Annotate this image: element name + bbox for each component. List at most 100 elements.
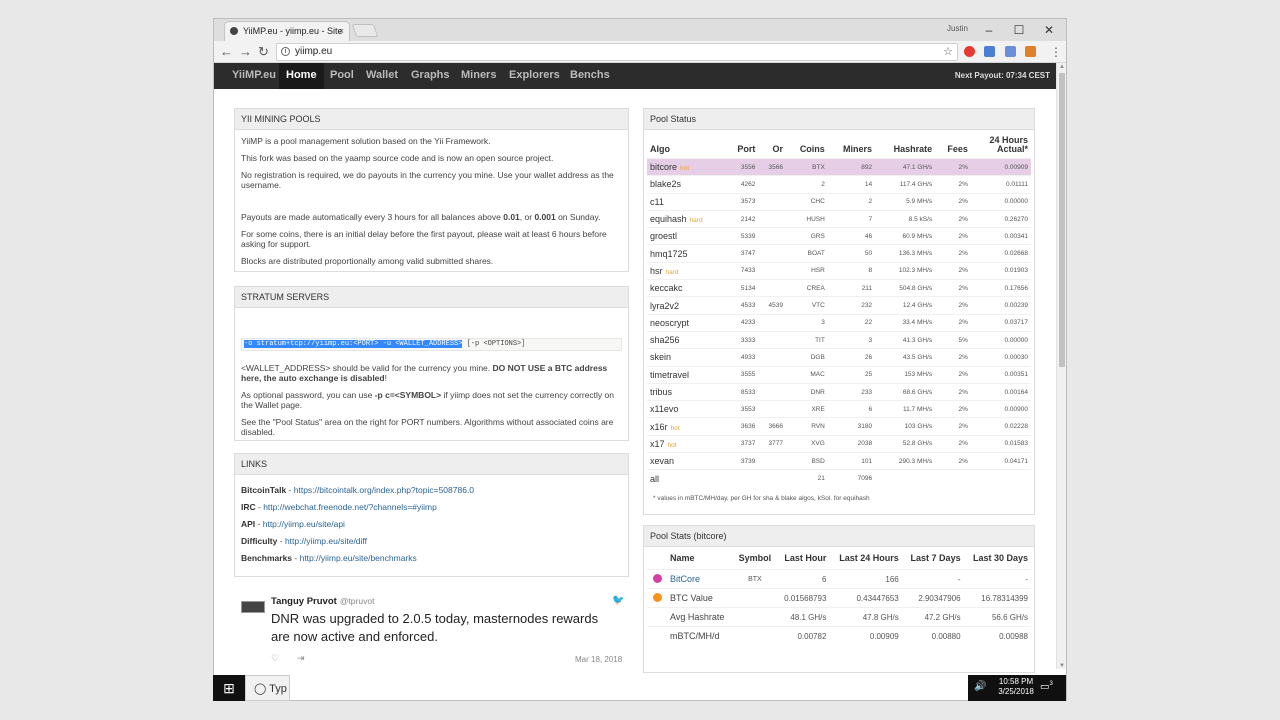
share-icon[interactable]: ⇥ [297, 653, 305, 664]
profile-name[interactable]: Justin [947, 24, 968, 33]
table-row[interactable]: hsr hard 7433 HSR 8 102.3 MH/s 2% 0.01903 [647, 261, 1031, 280]
algo-cell[interactable]: timetravel [647, 365, 726, 384]
algo-cell[interactable]: equihash hard [647, 209, 726, 228]
nav-miners[interactable]: Miners [461, 63, 496, 89]
bookmark-star-icon[interactable]: ☆ [943, 44, 953, 60]
scroll-up-icon[interactable]: ▲ [1059, 64, 1065, 70]
algo-cell[interactable]: groestl [647, 227, 726, 245]
algo-cell[interactable]: keccakc [647, 279, 726, 297]
name-cell[interactable]: BitCore [667, 569, 734, 589]
algo-cell[interactable]: bitcore hot [647, 157, 726, 176]
stratum-command[interactable]: -o stratum+tcp://yiimp.eu:<PORT> -u <WAL… [241, 338, 622, 351]
new-tab-button[interactable] [351, 24, 379, 37]
link-difficulty[interactable]: Difficulty - http://yiimp.eu/site/diff [241, 536, 622, 546]
col-symbol[interactable]: Symbol [734, 549, 777, 570]
algo-cell[interactable]: x17 hot [647, 434, 726, 453]
nav-graphs[interactable]: Graphs [411, 63, 450, 89]
table-row[interactable]: blake2s 4262 2 14 117.4 GH/s 2% 0.01111 [647, 175, 1031, 194]
col-algo[interactable]: Algo [647, 134, 726, 159]
action-center-icon[interactable]: ▭3 [1040, 681, 1053, 692]
table-row[interactable]: timetravel 3555 MAC 25 153 MH/s 2% 0.00351 [647, 365, 1031, 384]
table-row[interactable]: equihash hard 2142 HUSH 7 8.5 kS/s 2% 0.26270 [647, 209, 1031, 228]
col-fees[interactable]: Fees [935, 134, 971, 159]
algo-cell[interactable]: tribus [647, 382, 726, 401]
table-row[interactable]: xevan 3739 BSD 101 290.3 MH/s 2% 0.04171 [647, 452, 1031, 470]
col-name[interactable]: Name [667, 549, 734, 570]
like-heart-icon[interactable]: ♡ [271, 653, 279, 664]
algo-cell[interactable]: x11evo [647, 400, 726, 418]
windows-start-button[interactable]: ⊞ [213, 675, 245, 701]
table-row[interactable]: tribus 8533 DNR 233 68.6 GH/s 2% 0.00164 [647, 382, 1031, 401]
algo-cell[interactable]: skein [647, 348, 726, 367]
table-row[interactable]: sha256 3333 TIT 3 41.3 GH/s 5% 0.00000 [647, 330, 1031, 349]
table-row[interactable]: skein 4933 DGB 26 43.5 GH/s 2% 0.00030 [647, 348, 1031, 367]
brand-link[interactable]: YiiMP.eu [232, 63, 276, 89]
algo-cell[interactable]: hmq1725 [647, 244, 726, 263]
table-row[interactable]: x11evo 3553 XRE 6 11.7 MH/s 2% 0.00900 [647, 400, 1031, 418]
volume-icon[interactable]: 🔊 [974, 681, 986, 692]
translate-extension-icon[interactable] [984, 46, 995, 57]
nav-pool[interactable]: Pool [330, 63, 354, 89]
menu-icon[interactable]: ⋮ [1050, 43, 1062, 61]
col-port[interactable]: Port [726, 134, 758, 159]
minimize-icon[interactable]: – [974, 21, 1004, 39]
algo-cell[interactable]: blake2s [647, 175, 726, 194]
col-hashrate[interactable]: Hashrate [875, 134, 935, 159]
col-actual[interactable]: 24 Hours Actual* [971, 134, 1031, 159]
algo-cell[interactable]: x16r hot [647, 417, 726, 436]
link-benchmarks[interactable]: Benchmarks - http://yiimp.eu/site/benchm… [241, 553, 622, 563]
nav-wallet[interactable]: Wallet [366, 63, 398, 89]
table-row[interactable]: c11 3573 CHC 2 5.9 MH/s 2% 0.00000 [647, 192, 1031, 211]
table-row[interactable]: all 21 7096 [647, 469, 1031, 488]
reload-icon[interactable]: ↻ [258, 43, 269, 61]
col-or[interactable]: Or [758, 134, 786, 159]
tab-close-icon[interactable]: × [339, 22, 344, 40]
scrollbar-thumb[interactable] [1059, 73, 1065, 367]
algo-cell[interactable]: xevan [647, 452, 726, 470]
algo-cell[interactable]: all [647, 469, 726, 488]
link-irc[interactable]: IRC - http://webchat.freenode.net/?chann… [241, 502, 622, 512]
maximize-icon[interactable]: ☐ [1004, 21, 1034, 39]
scroll-down-icon[interactable]: ▼ [1059, 663, 1065, 669]
tweet-date[interactable]: Mar 18, 2018 [575, 655, 622, 664]
extension-icon[interactable] [1005, 46, 1016, 57]
col-miners[interactable]: Miners [828, 134, 875, 159]
link-bitcointalk[interactable]: BitcoinTalk - https://bitcointalk.org/in… [241, 485, 622, 495]
link-api[interactable]: API - http://yiimp.eu/site/api [241, 519, 622, 529]
algo-cell[interactable]: sha256 [647, 330, 726, 349]
table-row[interactable]: bitcore hot 3556 3566 BTX 892 47.1 GH/s 2% 0.009… [647, 157, 1031, 176]
stat-name[interactable]: BitCore [670, 574, 700, 584]
avatar[interactable] [241, 601, 265, 613]
opera-extension-icon[interactable] [964, 46, 975, 57]
close-window-icon[interactable]: ✕ [1034, 21, 1064, 39]
table-row[interactable]: keccakc 5134 CREA 211 504.8 GH/s 2% 0.17656 [647, 279, 1031, 297]
taskbar-search-box[interactable]: ◯ Typ [245, 675, 290, 701]
table-row[interactable]: x17 hot 3737 3777 XVG 2038 52.8 GH/s 2% 0.01583 [647, 434, 1031, 453]
tweet-author[interactable]: Tanguy Pruvot @tpruvot [271, 596, 374, 607]
col-last-24h[interactable]: Last 24 Hours [829, 549, 901, 570]
page-scrollbar[interactable]: ▲ ▼ [1056, 63, 1066, 669]
col-last-7d[interactable]: Last 7 Days [902, 549, 964, 570]
table-row[interactable]: groestl 5339 GRS 46 60.9 MH/s 2% 0.00341 [647, 227, 1031, 245]
col-coins[interactable]: Coins [786, 134, 828, 159]
forward-icon[interactable]: → [239, 43, 252, 61]
extension-icon[interactable] [1025, 46, 1036, 57]
browser-tab[interactable]: YiiMP.eu - yiimp.eu - Site × [224, 21, 350, 41]
table-row[interactable]: neoscrypt 4233 3 22 33.4 MH/s 2% 0.03717 [647, 313, 1031, 332]
clock[interactable]: 10:58 PM 3/25/2018 [994, 677, 1038, 697]
back-icon[interactable]: ← [220, 43, 233, 61]
address-bar[interactable]: i yiimp.eu ☆ [276, 43, 958, 61]
algo-cell[interactable]: neoscrypt [647, 313, 726, 332]
algo-cell[interactable]: c11 [647, 192, 726, 211]
col-last-hour[interactable]: Last Hour [776, 549, 829, 570]
nav-benchs[interactable]: Benchs [570, 63, 610, 89]
table-row[interactable]: hmq1725 3747 BOAT 50 136.3 MH/s 2% 0.02668 [647, 244, 1031, 263]
nav-home[interactable]: Home [279, 63, 324, 89]
info-icon[interactable]: i [281, 47, 290, 56]
col-last-30d[interactable]: Last 30 Days [964, 549, 1031, 570]
table-row[interactable]: x16r hot 3636 3666 RVN 3180 103 GH/s 2% 0.02228 [647, 417, 1031, 436]
twitter-bird-icon[interactable]: 🐦 [612, 595, 624, 606]
algo-cell[interactable]: lyra2v2 [647, 296, 726, 315]
nav-explorers[interactable]: Explorers [509, 63, 560, 89]
table-row[interactable]: lyra2v2 4533 4539 VTC 232 12.4 GH/s 2% 0.00239 [647, 296, 1031, 315]
